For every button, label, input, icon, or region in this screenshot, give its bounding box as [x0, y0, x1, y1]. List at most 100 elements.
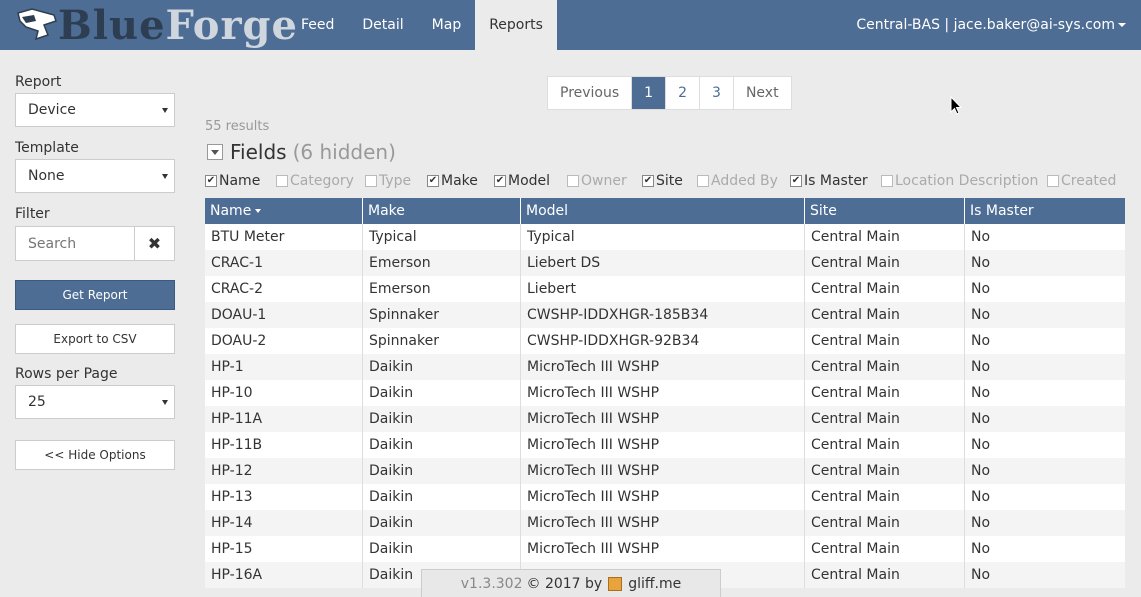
cell-is-master: No [971, 385, 991, 401]
checkbox-unchecked-icon[interactable] [567, 175, 579, 187]
column-header-site[interactable]: Site [805, 198, 965, 224]
checkbox-checked-icon[interactable]: ✔ [205, 175, 217, 187]
field-checkbox-created[interactable]: Created [1047, 173, 1116, 189]
field-checkbox-is-master[interactable]: ✔ Is Master [790, 173, 868, 189]
template-select[interactable]: None [15, 159, 175, 193]
next-page-button[interactable]: Next [734, 77, 791, 109]
cell-name: CRAC-1 [205, 250, 363, 276]
field-checkbox-name[interactable]: ✔ Name [205, 173, 260, 189]
nav-feed[interactable]: Feed [287, 0, 348, 50]
checkbox-unchecked-icon[interactable] [697, 175, 709, 187]
fields-title: Fields [230, 140, 287, 164]
cell-model: MicroTech III WSHP [521, 406, 805, 432]
table-row[interactable]: BTU Meter Typical Typical Central Main No [205, 224, 1125, 250]
field-checkbox-added-by[interactable]: Added By [697, 173, 778, 189]
field-checkbox-model[interactable]: ✔ Model [494, 173, 550, 189]
field-checkbox-make[interactable]: ✔ Make [427, 173, 478, 189]
rows-per-page-select[interactable]: 25 [15, 385, 175, 419]
logo[interactable]: BlueForge [14, 2, 298, 49]
close-icon: ✖ [147, 234, 162, 253]
anvil-logo-icon [17, 8, 57, 41]
field-checkbox-owner[interactable]: Owner [567, 173, 627, 189]
nav-detail[interactable]: Detail [348, 0, 417, 50]
cell-make: Typical [363, 224, 521, 250]
user-menu[interactable]: Central-BAS | jace.baker@ai-sys.com [856, 0, 1126, 50]
search-input[interactable] [15, 226, 135, 261]
column-header-make[interactable]: Make [363, 198, 521, 224]
cell-make: Emerson [363, 250, 521, 276]
rows-per-page-value: 25 [28, 394, 46, 410]
cell-model: Liebert DS [521, 250, 805, 276]
cell-make: Daikin [363, 380, 521, 406]
field-checkbox-location-description[interactable]: Location Description [881, 173, 1038, 189]
checkbox-unchecked-icon[interactable] [276, 175, 288, 187]
main-nav: Feed Detail Map Reports [287, 0, 557, 50]
table-row[interactable]: HP-10 Daikin MicroTech III WSHP Central Mai… [205, 380, 1125, 406]
column-header-name[interactable]: Name [205, 198, 363, 224]
checkbox-checked-icon[interactable]: ✔ [790, 175, 802, 187]
table-row[interactable]: HP-14 Daikin MicroTech III WSHP Central Mai… [205, 510, 1125, 536]
template-label: Template [15, 140, 79, 156]
column-header-model[interactable]: Model [521, 198, 805, 224]
clear-search-button[interactable]: ✖ [135, 226, 175, 261]
checkbox-unchecked-icon[interactable] [1047, 175, 1059, 187]
table-row[interactable]: HP-15 Daikin MicroTech III WSHP Central Mai… [205, 536, 1125, 562]
cell-is-master: No [971, 489, 991, 505]
table-row[interactable]: HP-11A Daikin MicroTech III WSHP Central Ma… [205, 406, 1125, 432]
cell-name: HP-10 [205, 380, 363, 406]
chevron-down-icon [162, 400, 168, 405]
cell-name: HP-16A [205, 562, 363, 588]
page-1-button[interactable]: 1 [632, 77, 667, 109]
cell-site: Central Main [805, 484, 965, 510]
filter-label: Filter [15, 206, 50, 222]
table-row[interactable]: DOAU-2 Spinnaker CWSHP-IDDXHGR-92B34 Centra… [205, 328, 1125, 354]
cell-site: Central Main [805, 562, 965, 588]
page-3-button[interactable]: 3 [700, 77, 734, 109]
field-checkbox-type[interactable]: Type [365, 173, 411, 189]
field-checkbox-category[interactable]: Category [276, 173, 354, 189]
checkbox-unchecked-icon[interactable] [881, 175, 893, 187]
hide-options-button[interactable]: << Hide Options [15, 440, 175, 470]
checkbox-unchecked-icon[interactable] [365, 175, 377, 187]
cell-site: Central Main [805, 250, 965, 276]
table-body: BTU Meter Typical Typical Central Main No CRA… [205, 224, 1125, 588]
user-label: Central-BAS | jace.baker@ai-sys.com [856, 17, 1115, 33]
results-count: 55 results [205, 119, 270, 134]
table-row[interactable]: DOAU-1 Spinnaker CWSHP-IDDXHGR-185B34 Centr… [205, 302, 1125, 328]
cell-is-master: No [971, 333, 991, 349]
checkbox-checked-icon[interactable]: ✔ [494, 175, 506, 187]
previous-page-button[interactable]: Previous [548, 77, 633, 109]
fields-hidden-count: (6 hidden) [292, 140, 396, 164]
column-header-is-master[interactable]: Is Master [965, 198, 1125, 224]
report-table: Name Make Model Site Is Master BTU Meter… [205, 198, 1125, 588]
table-row[interactable]: CRAC-1 Emerson Liebert DS Central Main No [205, 250, 1125, 276]
nav-map[interactable]: Map [418, 0, 476, 50]
chevron-down-icon [162, 108, 168, 113]
table-row[interactable]: HP-12 Daikin MicroTech III WSHP Central Mai… [205, 458, 1125, 484]
cell-model: Typical [521, 224, 805, 250]
table-row[interactable]: HP-11B Daikin MicroTech III WSHP Central Ma… [205, 432, 1125, 458]
fields-toggle-button[interactable] [207, 144, 223, 160]
checkbox-checked-icon[interactable]: ✔ [642, 175, 654, 187]
cell-is-master: No [971, 281, 991, 297]
export-csv-button[interactable]: Export to CSV [15, 324, 175, 354]
field-checkbox-label: Is Master [804, 173, 868, 189]
cell-is-master: No [971, 411, 991, 427]
cell-site: Central Main [805, 224, 965, 250]
get-report-button[interactable]: Get Report [15, 280, 175, 310]
template-select-value: None [28, 168, 65, 184]
cell-model: CWSHP-IDDXHGR-185B34 [521, 302, 805, 328]
report-select[interactable]: Device [15, 93, 175, 127]
nav-reports[interactable]: Reports [475, 0, 557, 50]
checkbox-checked-icon[interactable]: ✔ [427, 175, 439, 187]
page-2-button[interactable]: 2 [666, 77, 701, 109]
chevron-down-icon [162, 174, 168, 179]
cell-name: DOAU-1 [205, 302, 363, 328]
cell-make: Daikin [363, 354, 521, 380]
table-row[interactable]: HP-13 Daikin MicroTech III WSHP Central Mai… [205, 484, 1125, 510]
cell-name: HP-14 [205, 510, 363, 536]
gliff-link[interactable]: gliff.me [628, 576, 681, 592]
table-row[interactable]: CRAC-2 Emerson Liebert Central Main No [205, 276, 1125, 302]
field-checkbox-site[interactable]: ✔ Site [642, 173, 683, 189]
table-row[interactable]: HP-1 Daikin MicroTech III WSHP Central Main… [205, 354, 1125, 380]
